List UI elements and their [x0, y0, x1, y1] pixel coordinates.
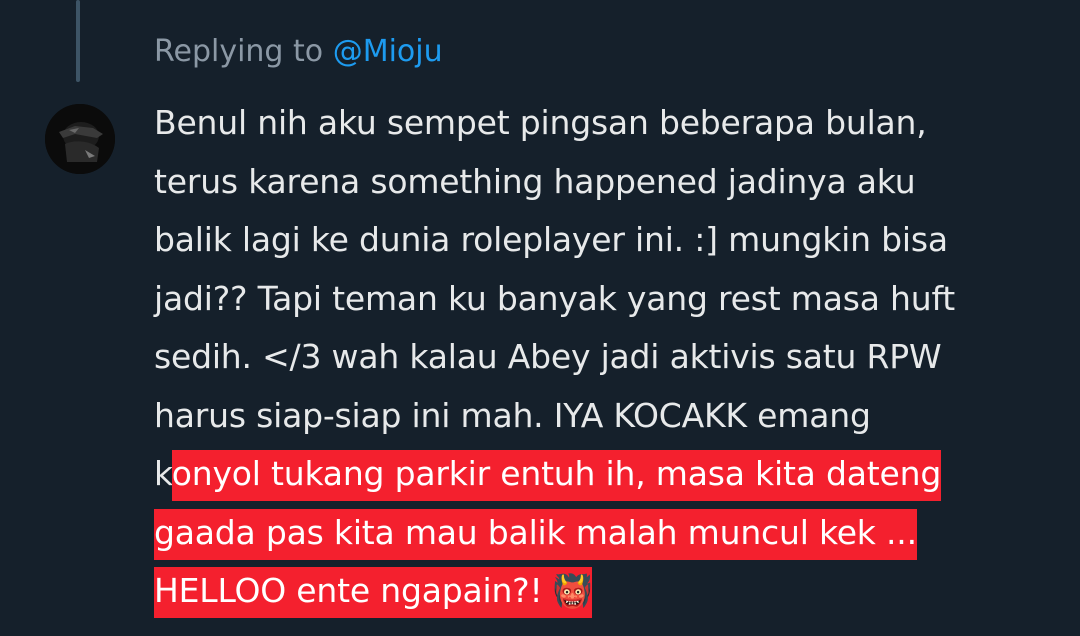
highlighted-text: onyol tukang parkir entuh ih, masa kita … — [171, 450, 941, 501]
tweet-line: HELLOO ente ngapain?! 👹 — [154, 562, 1054, 621]
tweet-line: harus siap-siap ini mah. IYA KOCAKK eman… — [154, 395, 871, 435]
tweet-line: gaada pas kita mau balik malah muncul ke… — [154, 504, 1054, 563]
tweet-line: konyol tukang parkir entuh ih, masa kita… — [154, 445, 1054, 504]
tweet-text-plain: k — [154, 454, 172, 493]
tweet-line: jadi?? Tapi teman ku banyak yang rest ma… — [154, 278, 956, 318]
tweet-text: Benul nih aku sempet pingsan beberapa bu… — [154, 94, 1054, 621]
highlighted-text: gaada pas kita mau balik malah muncul ke… — [154, 508, 917, 560]
thread-connector-line — [76, 0, 80, 82]
tweet-line: Benul nih aku sempet pingsan beberapa bu… — [154, 103, 927, 142]
replying-to-label: Replying to — [154, 34, 324, 69]
tweet-line: sedih. </3 wah kalau Abey jadi aktivis s… — [154, 337, 942, 376]
replying-to-context: Replying to @Mioju — [154, 32, 443, 72]
ogre-icon: 👹 — [552, 572, 593, 610]
tweet-line: terus karena something happened jadinya … — [154, 161, 916, 201]
highlighted-text-last: HELLOO ente ngapain?! — [154, 571, 553, 610]
avatar[interactable] — [45, 104, 115, 174]
avatar-image — [45, 104, 115, 174]
mention-link[interactable]: @Mioju — [333, 34, 443, 69]
highlighted-text: HELLOO ente ngapain?! 👹 — [154, 567, 593, 618]
tweet-line: balik lagi ke dunia roleplayer ini. :] m… — [154, 220, 948, 259]
